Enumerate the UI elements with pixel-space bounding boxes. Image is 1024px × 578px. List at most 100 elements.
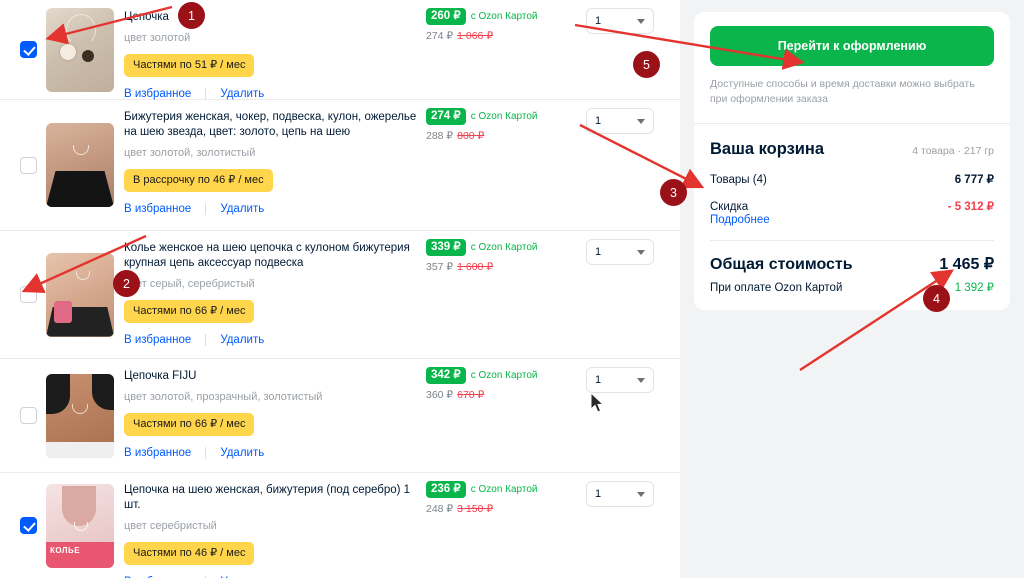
cart-item-row[interactable]: Цепочка цвет золотой Частями по 51 ₽ / м… xyxy=(0,0,680,100)
current-price: 288 ₽ xyxy=(426,130,454,142)
add-to-favorites-link[interactable]: В избранное xyxy=(124,334,191,346)
item-checkbox[interactable] xyxy=(20,41,37,58)
item-quantity: 1 xyxy=(586,239,666,265)
quantity-select[interactable]: 1 xyxy=(586,481,654,507)
checkout-button[interactable]: Перейти к оформлению xyxy=(710,26,994,66)
item-actions: В избранное Удалить xyxy=(124,203,418,215)
price-line: 274 ₽1 066 ₽ xyxy=(426,30,586,42)
item-thumbnail-cell xyxy=(46,252,124,337)
item-thumbnail-cell xyxy=(46,7,124,92)
item-price: 236 ₽ с Ozon Картой 248 ₽3 150 ₽ xyxy=(426,481,586,515)
cart-item-row[interactable]: КОЛЬЕ Цепочка на шею женская, бижутерия … xyxy=(0,473,680,578)
price-line: 357 ₽1 600 ₽ xyxy=(426,261,586,273)
item-select-cell xyxy=(12,517,46,534)
delete-item-link[interactable]: Удалить xyxy=(220,203,264,215)
product-image[interactable] xyxy=(46,7,114,92)
installment-badge[interactable]: В рассрочку по 46 ₽ / мес xyxy=(124,169,273,192)
quantity-select[interactable]: 1 xyxy=(586,367,654,393)
item-price: 342 ₽ с Ozon Картой 360 ₽670 ₽ xyxy=(426,367,586,401)
product-image[interactable] xyxy=(46,373,114,458)
item-actions: В избранное Удалить xyxy=(124,447,418,459)
item-actions: В избранное Удалить xyxy=(124,334,418,346)
product-image[interactable]: КОЛЬЕ xyxy=(46,483,114,568)
item-actions: В избранное Удалить xyxy=(124,88,418,100)
quantity-select[interactable]: 1 xyxy=(586,8,654,34)
ozon-card-total-value: 1 392 ₽ xyxy=(954,282,994,294)
goods-value: 6 777 ₽ xyxy=(954,174,994,186)
quantity-select[interactable]: 1 xyxy=(586,108,654,134)
ozon-card-price-badge: 339 ₽ xyxy=(426,239,466,256)
item-checkbox[interactable] xyxy=(20,517,37,534)
product-title[interactable]: Бижутерия женская, чокер, подвеска, куло… xyxy=(124,110,418,140)
ozon-card-total-row: При оплате Ozon Картой 1 392 ₽ xyxy=(710,280,994,294)
installment-badge[interactable]: Частями по 66 ₽ / мес xyxy=(124,300,255,323)
cart-summary-header: Ваша корзина 4 товара · 217 гр xyxy=(710,140,994,159)
chevron-down-icon xyxy=(637,377,645,383)
item-info: Бижутерия женская, чокер, подвеска, куло… xyxy=(124,108,426,215)
item-checkbox[interactable] xyxy=(20,156,37,174)
chevron-down-icon xyxy=(637,18,645,24)
item-info: Цепочка FIJU цвет золотой, прозрачный, з… xyxy=(124,367,426,459)
ozon-card-price-badge: 274 ₽ xyxy=(426,108,466,125)
chevron-down-icon xyxy=(637,118,645,124)
item-price: 274 ₽ с Ozon Картой 288 ₽800 ₽ xyxy=(426,108,586,142)
card-price-line: 236 ₽ с Ozon Картой xyxy=(426,481,586,498)
divider xyxy=(710,240,994,241)
installment-badge[interactable]: Частями по 51 ₽ / мес xyxy=(124,54,255,77)
ozon-card-note: с Ozon Картой xyxy=(470,11,538,22)
delete-item-link[interactable]: Удалить xyxy=(220,334,264,346)
product-title[interactable]: Цепочка xyxy=(124,10,418,25)
product-title[interactable]: Цепочка FIJU xyxy=(124,369,418,384)
product-attributes: цвет золотой, золотистый xyxy=(124,147,256,159)
price-line: 248 ₽3 150 ₽ xyxy=(426,503,586,515)
cart-item-row[interactable]: Бижутерия женская, чокер, подвеска, куло… xyxy=(0,100,680,231)
goods-row: Товары (4) 6 777 ₽ xyxy=(710,172,994,186)
product-title[interactable]: Колье женское на шею цепочка с кулоном б… xyxy=(124,241,418,271)
old-price: 670 ₽ xyxy=(457,389,485,401)
add-to-favorites-link[interactable]: В избранное xyxy=(124,203,191,215)
item-price: 260 ₽ с Ozon Картой 274 ₽1 066 ₽ xyxy=(426,8,586,42)
total-row: Общая стоимость 1 465 ₽ xyxy=(710,254,994,274)
item-quantity: 1 xyxy=(586,8,666,34)
delete-item-link[interactable]: Удалить xyxy=(220,88,264,100)
divider xyxy=(694,123,1010,124)
card-price-line: 274 ₽ с Ozon Картой xyxy=(426,108,586,125)
cart-item-row[interactable]: Цепочка FIJU цвет золотой, прозрачный, з… xyxy=(0,359,680,473)
product-image[interactable] xyxy=(46,123,114,207)
discount-value: - 5 312 ₽ xyxy=(947,201,994,213)
ozon-card-price-badge: 342 ₽ xyxy=(426,367,466,384)
delete-item-link[interactable]: Удалить xyxy=(220,447,264,459)
goods-label: Товары (4) xyxy=(710,174,767,186)
quantity-select[interactable]: 1 xyxy=(586,239,654,265)
ozon-cart-page: Цепочка цвет золотой Частями по 51 ₽ / м… xyxy=(0,0,1024,578)
quantity-value: 1 xyxy=(595,246,602,258)
discount-details-link[interactable]: Подробнее xyxy=(710,214,770,226)
cart-item-row[interactable]: Колье женское на шею цепочка с кулоном б… xyxy=(0,231,680,359)
product-title[interactable]: Цепочка на шею женская, бижутерия (под с… xyxy=(124,483,418,513)
total-value: 1 465 ₽ xyxy=(939,256,994,273)
discount-row: Скидка Подробнее - 5 312 ₽ xyxy=(710,199,994,226)
add-to-favorites-link[interactable]: В избранное xyxy=(124,447,191,459)
item-thumbnail-cell xyxy=(46,123,124,207)
ozon-card-price-badge: 236 ₽ xyxy=(426,481,466,498)
item-checkbox[interactable] xyxy=(20,286,37,303)
item-price: 339 ₽ с Ozon Картой 357 ₽1 600 ₽ xyxy=(426,239,586,273)
item-select-cell xyxy=(12,407,46,424)
card-price-line: 342 ₽ с Ozon Картой xyxy=(426,367,586,384)
chevron-down-icon xyxy=(637,249,645,255)
item-checkbox[interactable] xyxy=(20,407,37,424)
delivery-note: Доступные способы и время доставки можно… xyxy=(710,78,975,105)
product-attributes: цвет серебристый xyxy=(124,520,217,532)
product-image[interactable] xyxy=(46,252,114,337)
installment-badge[interactable]: Частями по 46 ₽ / мес xyxy=(124,542,255,565)
ozon-card-note: с Ozon Картой xyxy=(470,484,538,495)
ozon-card-total-label: При оплате Ozon Картой xyxy=(710,282,843,294)
item-quantity: 1 xyxy=(586,481,666,507)
add-to-favorites-link[interactable]: В избранное xyxy=(124,88,191,100)
old-price: 1 066 ₽ xyxy=(457,30,493,42)
installment-badge[interactable]: Частями по 66 ₽ / мес xyxy=(124,413,255,436)
action-divider xyxy=(205,203,207,215)
item-select-cell xyxy=(12,41,46,58)
ozon-card-note: с Ozon Картой xyxy=(470,370,538,381)
item-select-cell xyxy=(12,286,46,303)
